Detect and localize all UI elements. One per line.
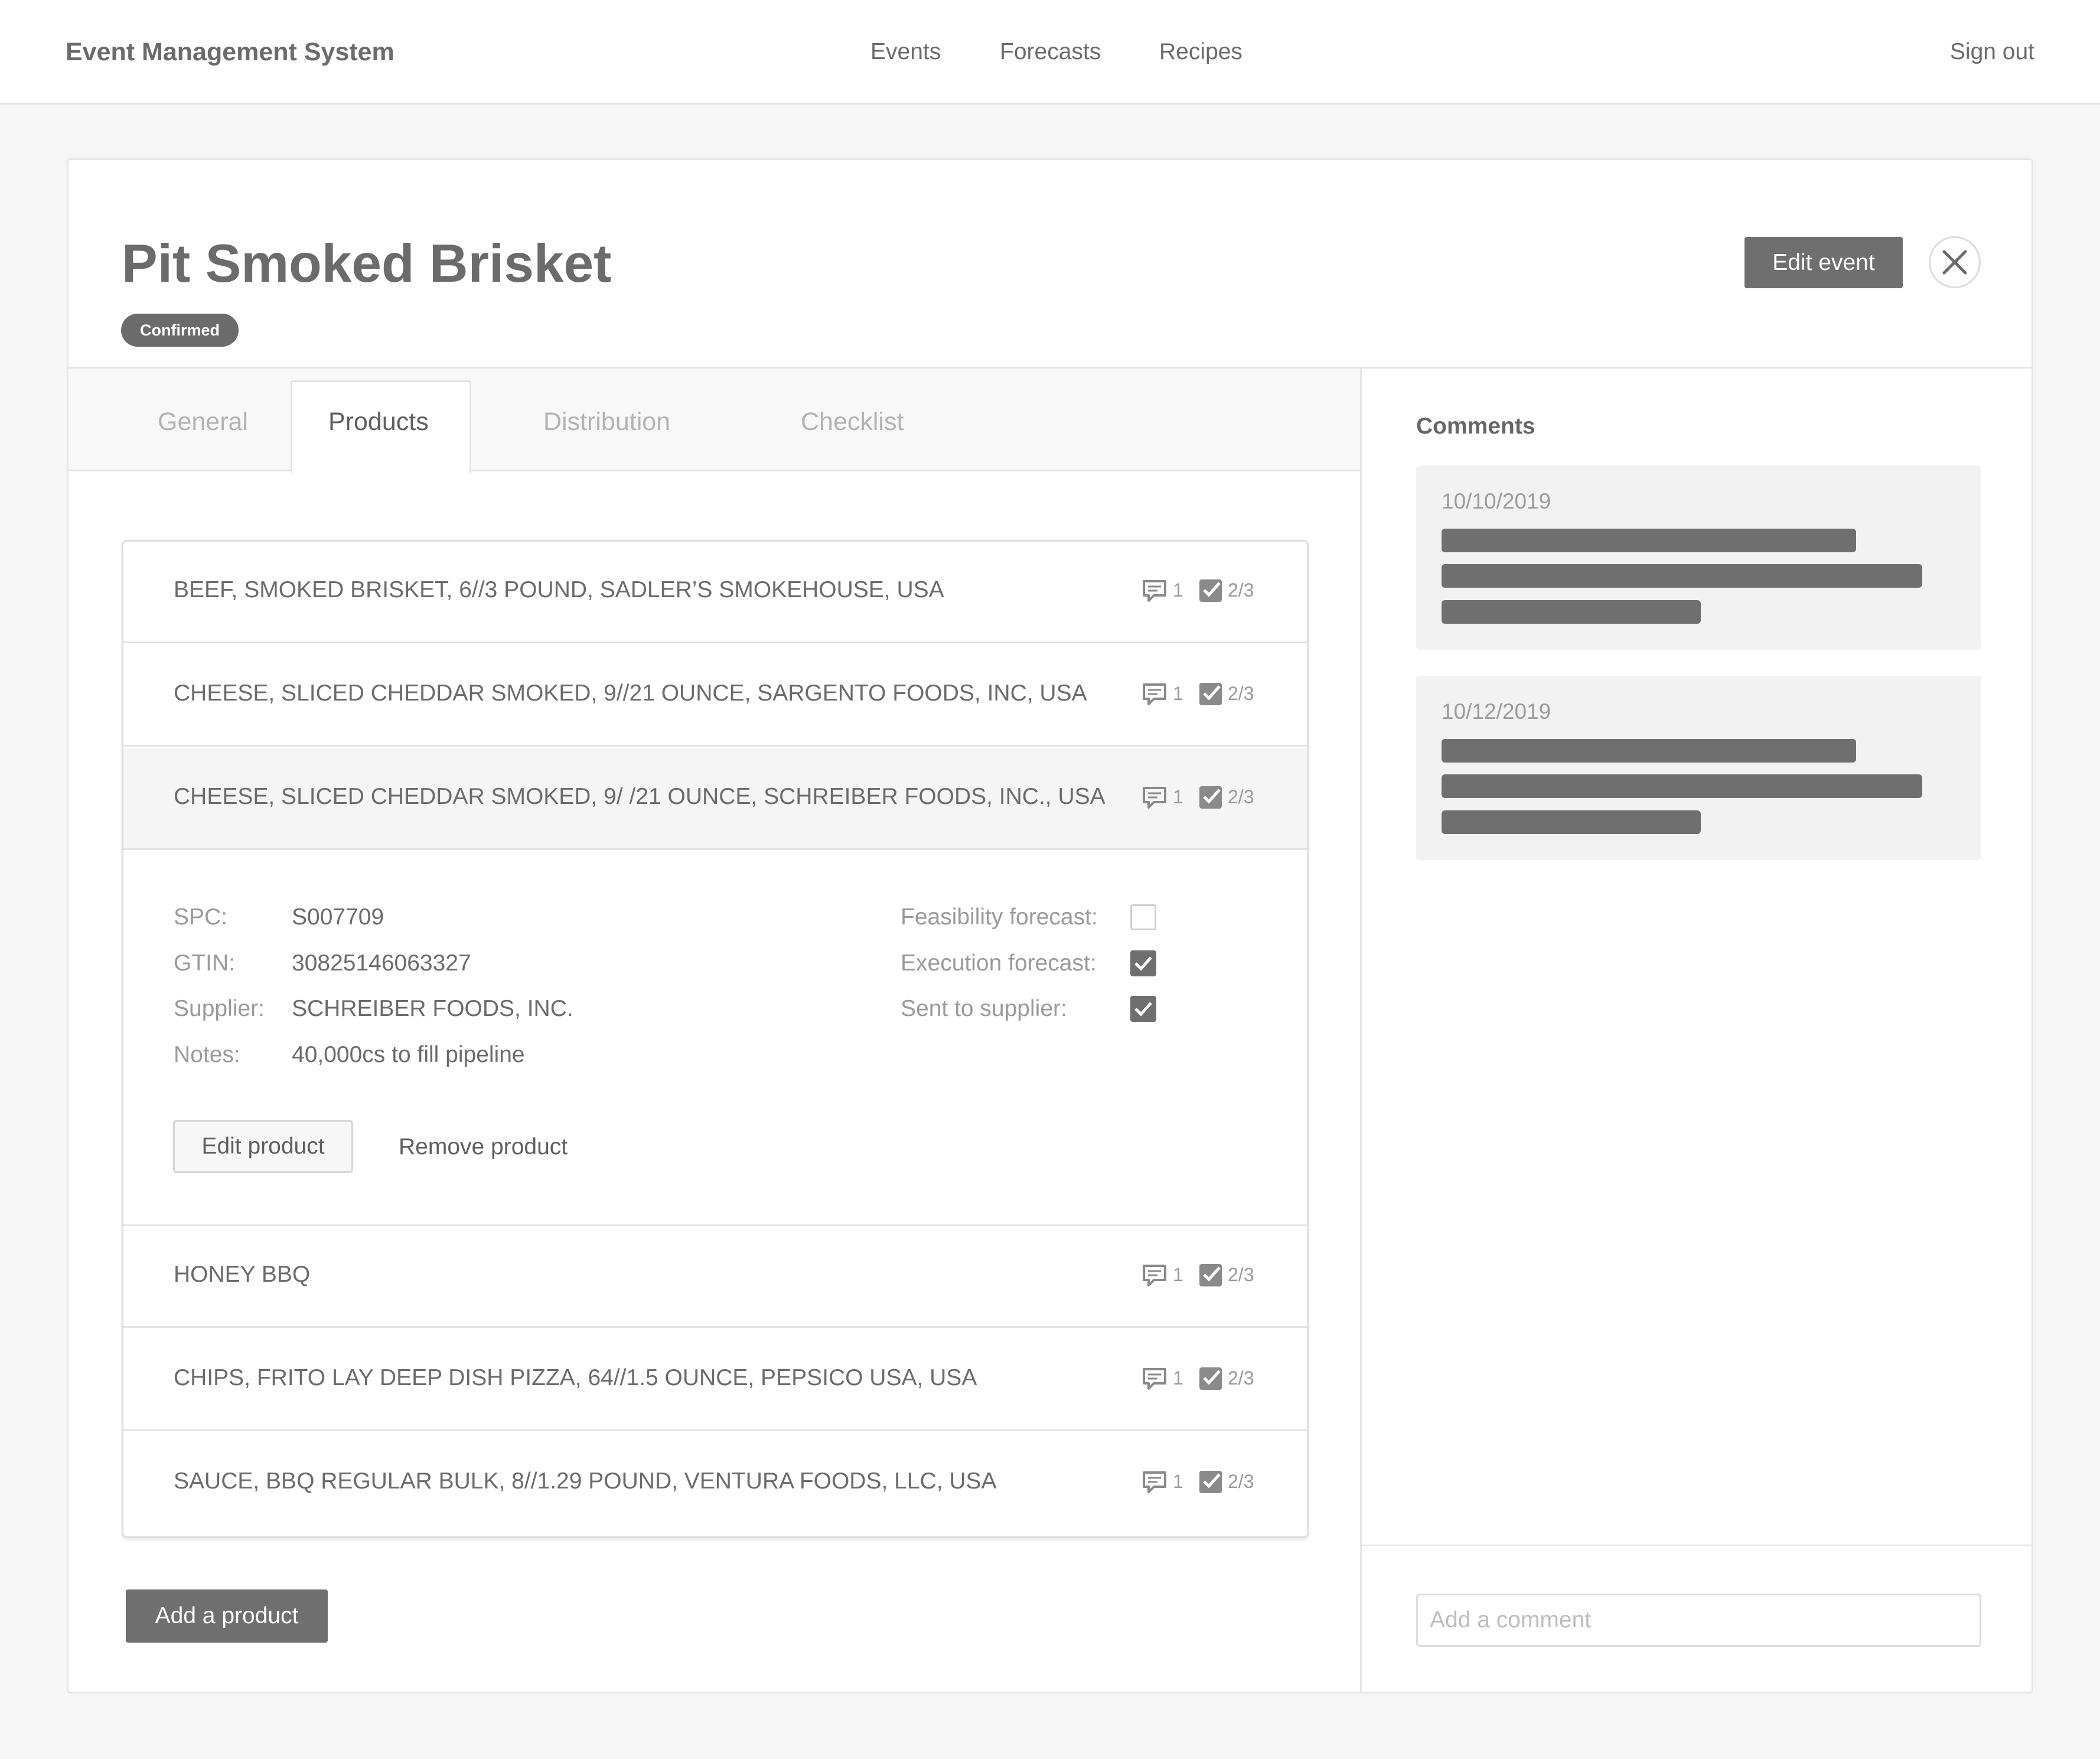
checklist-count: 2/3 <box>1228 579 1254 601</box>
product-row[interactable]: BEEF, SMOKED BRISKET, 6//3 POUND, SADLER… <box>123 542 1307 643</box>
status-badge: Confirmed <box>121 314 239 347</box>
execution-forecast-checkbox[interactable] <box>1130 950 1156 976</box>
supplier-label: Supplier: <box>174 996 265 1021</box>
sent-to-supplier-label: Sent to supplier: <box>901 996 1067 1021</box>
feasibility-forecast-label: Feasibility forecast: <box>901 904 1098 930</box>
comment-icon <box>1143 580 1166 602</box>
sent-to-supplier-checkbox[interactable] <box>1130 996 1156 1022</box>
checklist-icon <box>1199 579 1222 602</box>
check-icon <box>1134 1002 1152 1017</box>
sign-out-link[interactable]: Sign out <box>1950 39 2034 65</box>
feasibility-forecast-checkbox[interactable] <box>1130 904 1156 930</box>
spc-label: SPC: <box>174 904 228 930</box>
nav-events[interactable]: Events <box>870 39 941 65</box>
product-name: CHEESE, SLICED CHEDDAR SMOKED, 9//21 OUN… <box>174 680 1087 706</box>
tab-bar <box>69 369 1360 471</box>
edit-event-button[interactable]: Edit event <box>1744 237 1903 288</box>
checklist-count: 2/3 <box>1228 683 1254 704</box>
spc-value: S007709 <box>292 904 384 930</box>
notes-value: 40,000cs to fill pipeline <box>292 1042 525 1067</box>
comment-icon <box>1143 1368 1166 1390</box>
tab-general[interactable]: General <box>158 408 248 437</box>
checklist-icon <box>1199 683 1222 705</box>
checklist-count: 2/3 <box>1228 1367 1254 1389</box>
comment-count: 1 <box>1173 579 1183 601</box>
comment-count: 1 <box>1173 1471 1183 1492</box>
nav-forecasts[interactable]: Forecasts <box>1000 39 1101 65</box>
check-icon <box>1134 956 1152 971</box>
product-name: BEEF, SMOKED BRISKET, 6//3 POUND, SADLER… <box>174 577 944 602</box>
comment-icon <box>1143 1471 1166 1493</box>
app-brand[interactable]: Event Management System <box>66 38 394 67</box>
product-name: CHIPS, FRITO LAY DEEP DISH PIZZA, 64//1.… <box>174 1365 977 1390</box>
comment-count: 1 <box>1173 1367 1183 1389</box>
checklist-icon <box>1199 1471 1222 1493</box>
event-title: Pit Smoked Brisket <box>122 234 612 294</box>
checklist-icon <box>1199 1367 1222 1390</box>
comment-date: 10/12/2019 <box>1442 699 1551 724</box>
nav-recipes[interactable]: Recipes <box>1159 39 1243 65</box>
add-product-button[interactable]: Add a product <box>126 1589 328 1643</box>
checklist-icon <box>1199 1264 1222 1286</box>
comments-heading: Comments <box>1416 413 1535 439</box>
add-comment-input[interactable] <box>1416 1594 1981 1647</box>
comment-text-placeholder <box>1442 529 1856 552</box>
checklist-icon <box>1199 786 1222 809</box>
product-row[interactable]: HONEY BBQ 1 2/3 <box>123 1226 1307 1328</box>
execution-forecast-label: Execution forecast: <box>901 950 1097 976</box>
top-nav-bar: Event Management System Events Forecasts… <box>0 0 2100 105</box>
comment-count: 1 <box>1173 786 1183 807</box>
comment-icon <box>1143 683 1166 705</box>
comment-count: 1 <box>1173 683 1183 704</box>
tab-distribution[interactable]: Distribution <box>543 408 670 437</box>
edit-product-button[interactable]: Edit product <box>173 1120 353 1173</box>
comment-icon <box>1143 1265 1166 1286</box>
gtin-label: GTIN: <box>174 950 235 976</box>
supplier-value: SCHREIBER FOODS, INC. <box>292 996 573 1021</box>
product-row[interactable]: SAUCE, BBQ REGULAR BULK, 8//1.29 POUND, … <box>123 1433 1307 1535</box>
checklist-count: 2/3 <box>1228 1471 1254 1492</box>
comment-count: 1 <box>1173 1264 1183 1285</box>
comment-text-placeholder <box>1442 739 1856 763</box>
comment-text-placeholder <box>1442 810 1701 834</box>
checklist-count: 2/3 <box>1228 786 1254 807</box>
notes-label: Notes: <box>174 1042 240 1067</box>
product-name: HONEY BBQ <box>174 1262 311 1287</box>
comment-card: 10/10/2019 <box>1416 465 1981 650</box>
product-row-selected[interactable]: CHEESE, SLICED CHEDDAR SMOKED, 9/ /21 OU… <box>123 748 1307 850</box>
product-row[interactable]: CHEESE, SLICED CHEDDAR SMOKED, 9//21 OUN… <box>123 645 1307 747</box>
product-name: CHEESE, SLICED CHEDDAR SMOKED, 9/ /21 OU… <box>174 784 1106 809</box>
remove-product-link[interactable]: Remove product <box>399 1134 568 1160</box>
column-divider <box>1360 369 1362 1692</box>
product-row[interactable]: CHIPS, FRITO LAY DEEP DISH PIZZA, 64//1.… <box>123 1330 1307 1431</box>
tab-products[interactable]: Products <box>328 408 429 437</box>
tab-checklist[interactable]: Checklist <box>801 408 904 437</box>
close-icon <box>1942 250 1967 275</box>
comment-text-placeholder <box>1442 600 1701 624</box>
comment-card: 10/12/2019 <box>1416 676 1981 860</box>
product-name: SAUCE, BBQ REGULAR BULK, 8//1.29 POUND, … <box>174 1468 997 1494</box>
checklist-count: 2/3 <box>1228 1264 1254 1285</box>
gtin-value: 30825146063327 <box>292 950 471 976</box>
close-button[interactable] <box>1929 236 1981 288</box>
comment-input-divider <box>1362 1545 2031 1546</box>
comment-icon <box>1143 787 1166 809</box>
comment-text-placeholder <box>1442 564 1922 588</box>
comment-text-placeholder <box>1442 774 1922 798</box>
comment-date: 10/10/2019 <box>1442 489 1551 513</box>
